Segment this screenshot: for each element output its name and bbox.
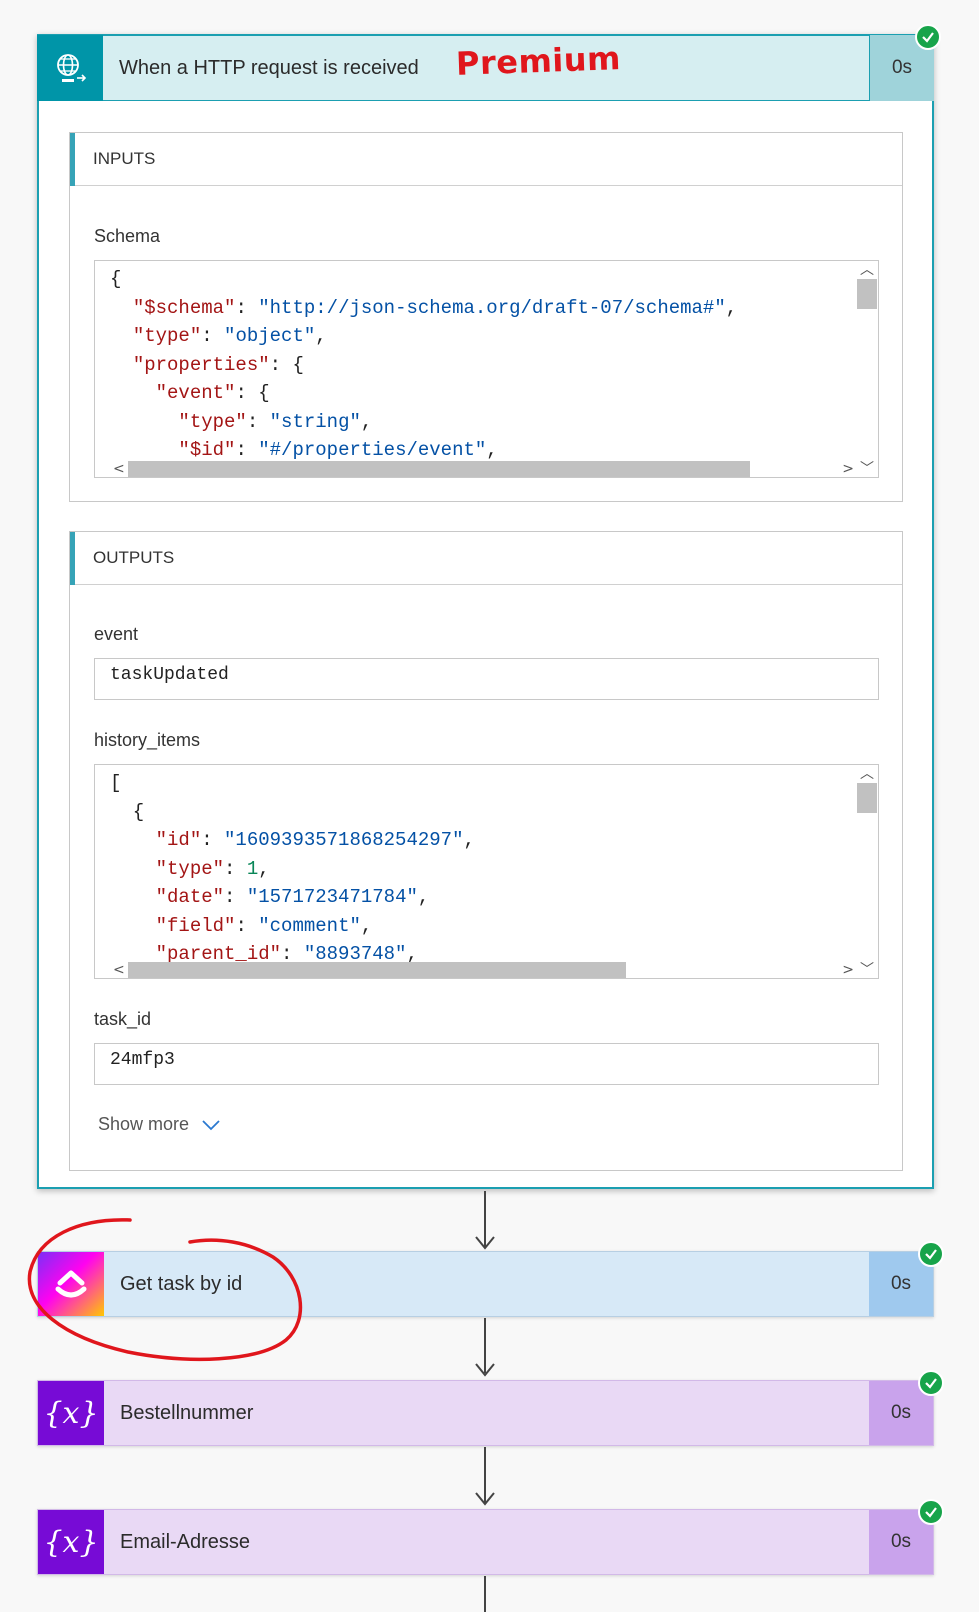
history-code-line: "field": "comment", [155,914,373,937]
step-title: Email-Adresse [104,1510,869,1574]
scroll-up-icon[interactable]: ︿ [860,767,874,781]
outputs-heading: OUTPUTS [70,532,902,585]
schema-code-line: "type": "string", [178,410,373,433]
schema-code-line: "type": "object", [132,325,327,347]
scroll-right-icon[interactable]: > [842,462,854,476]
history-vertical-scrollbar[interactable]: ︿ [856,765,878,978]
schema-code-box[interactable]: { "$schema": "http://json-schema.org/dra… [94,260,879,478]
scroll-left-icon[interactable]: < [113,462,125,476]
history-code-line: "id": "1609393571868254297", [155,829,475,851]
schema-code-line: { [110,268,122,290]
variable-icon: {x} [38,1381,104,1445]
connector-line [484,1576,486,1612]
premium-annotation: Premium [455,39,622,83]
scroll-down-icon[interactable]: ﹀ [860,963,874,977]
task-id-field[interactable]: 24mfp3 [94,1043,879,1085]
history-code-line: "date": "1571723471784", [155,886,430,908]
event-label: event [94,624,139,644]
variable-glyph: {x} [43,1395,99,1431]
arrow-down-icon [475,1236,495,1250]
task-id-value: 24mfp3 [110,1050,175,1070]
history-horizontal-scrollbar[interactable]: < > ﹀ [95,962,878,978]
success-check-icon [918,1241,944,1267]
history-items-label: history_items [94,730,201,750]
scroll-left-icon[interactable]: < [113,963,125,977]
scroll-down-icon[interactable]: ﹀ [860,462,874,476]
variable-icon: {x} [38,1510,104,1574]
success-check-icon [918,1499,944,1525]
schema-horizontal-scrollbar[interactable]: < > ﹀ [95,461,878,477]
globe-request-icon [37,35,103,101]
schema-label: Schema [94,226,161,246]
event-field[interactable]: taskUpdated [94,658,879,700]
red-circle-annotation [27,1218,303,1362]
history-code-line: { [110,800,145,823]
show-more-button[interactable]: Show more [98,1114,221,1135]
inputs-section: INPUTS Schema { "$schema": "http://json-… [69,132,903,502]
show-more-label: Show more [98,1114,190,1134]
history-code-line: "type": 1, [155,857,270,880]
history-items-code-box[interactable]: [ { "id": "1609393571868254297", "type":… [94,764,879,979]
history-items-code: [ { "id": "1609393571868254297", "type":… [95,765,878,978]
arrow-down-icon [475,1363,495,1377]
scroll-right-icon[interactable]: > [842,963,854,977]
variable-glyph: {x} [43,1524,99,1560]
outputs-section: OUTPUTS event taskUpdated history_items … [69,531,903,1171]
step-bestellnummer[interactable]: {x} Bestellnummer 0s [37,1380,934,1446]
schema-code: { "$schema": "http://json-schema.org/dra… [95,261,878,477]
chevron-down-icon [202,1119,220,1130]
task-id-label: task_id [94,1009,152,1029]
inputs-heading: INPUTS [70,133,902,186]
success-check-icon [918,1370,944,1396]
schema-code-line: "$schema": "http://json-schema.org/draft… [132,296,738,319]
schema-code-line: "properties": { [132,353,304,376]
scroll-up-icon[interactable]: ︿ [860,263,874,277]
success-check-icon [915,24,941,50]
schema-vertical-scrollbar[interactable]: ︿ [856,261,878,477]
arrow-down-icon [475,1492,495,1506]
history-code-line: [ [110,772,122,794]
step-title: Bestellnummer [104,1381,869,1445]
step-email-adresse[interactable]: {x} Email-Adresse 0s [37,1509,934,1575]
schema-code-line: "event": { [155,382,270,404]
event-value: taskUpdated [110,665,229,685]
